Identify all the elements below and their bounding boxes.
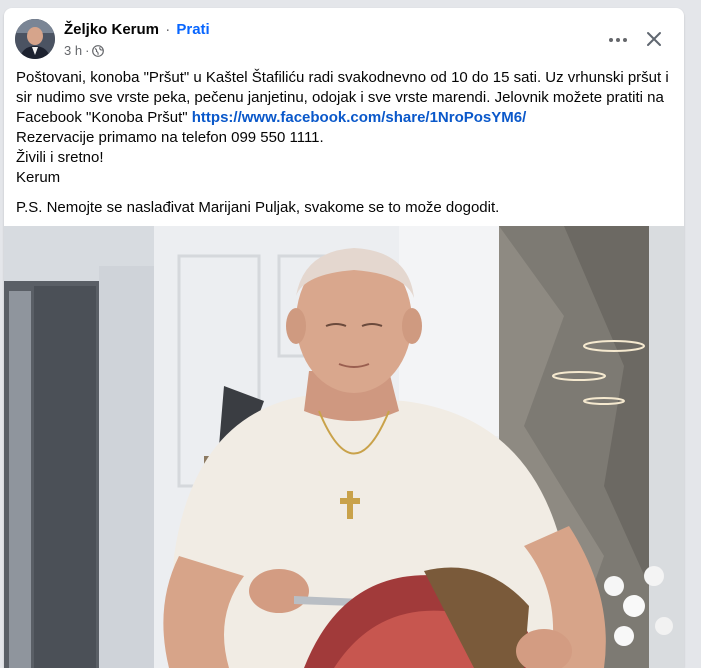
post-time[interactable]: 3 h — [64, 43, 82, 58]
facebook-link[interactable]: https://www.facebook.com/share/1NroPosYM… — [192, 109, 527, 126]
post-text-line: Kerum — [16, 169, 61, 186]
post-text-line: Živili i sretno! — [16, 149, 104, 166]
post-text-line: sir nudimo sve vrste peka, pečenu janjet… — [16, 89, 664, 106]
post-text-fragment: Facebook "Konoba Pršut" — [16, 109, 192, 126]
post-photo[interactable] — [4, 226, 684, 668]
man-slicing-prosciutto-image — [4, 226, 684, 668]
post-text: Poštovani, konoba "Pršut" u Kaštel Štafi… — [16, 68, 676, 218]
author-line: Željko Kerum · Prati — [64, 21, 210, 38]
author-name[interactable]: Željko Kerum — [64, 21, 159, 38]
author-separator: · — [165, 21, 171, 38]
follow-button[interactable]: Prati — [176, 21, 209, 38]
post-header: Željko Kerum · Prati 3 h · — [4, 8, 684, 68]
post-text-ps: P.S. Nemojte se naslađivat Marijani Pulj… — [16, 199, 500, 216]
globe-icon[interactable] — [92, 44, 105, 57]
author-avatar[interactable] — [15, 19, 55, 59]
close-button[interactable] — [640, 25, 668, 53]
post-text-line: Poštovani, konoba "Pršut" u Kaštel Štafi… — [16, 69, 669, 86]
more-options-button[interactable] — [604, 30, 632, 50]
post-text-line: Facebook "Konoba Pršut" https://www.face… — [16, 108, 676, 128]
post-card: Željko Kerum · Prati 3 h · Poštovani, ko… — [4, 8, 684, 668]
post-meta: 3 h · — [64, 43, 105, 58]
more-options-icon — [609, 38, 627, 42]
close-icon — [647, 32, 661, 46]
post-text-line: Rezervacije primamo na telefon 099 550 1… — [16, 129, 324, 146]
meta-separator: · — [85, 43, 90, 58]
